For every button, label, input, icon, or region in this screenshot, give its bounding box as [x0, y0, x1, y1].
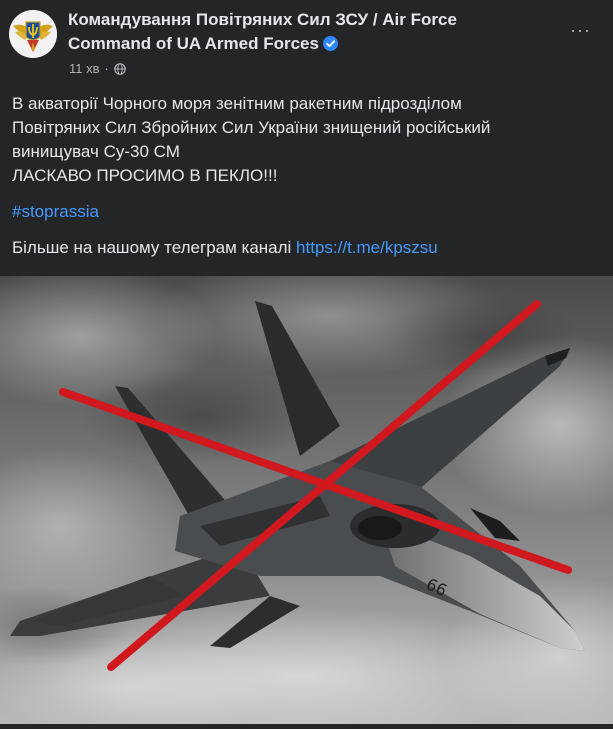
more-options-icon[interactable]: ··· [570, 20, 591, 41]
telegram-text: Більше на нашому телеграм каналі [12, 238, 297, 257]
air-force-emblem-icon [9, 10, 57, 58]
page-name-text[interactable]: Командування Повітряних Сил ЗСУ / Air Fo… [68, 10, 457, 53]
post-text-line: Повітряних Сил Збройних Сил України знищ… [12, 118, 491, 137]
globe-icon[interactable] [114, 62, 126, 75]
post-header: Командування Повітряних Сил ЗСУ / Air Fo… [0, 0, 613, 86]
post-text-line: В акваторії Чорного моря зенітним ракетн… [12, 94, 462, 113]
post-text: В акваторії Чорного моря зенітним ракетн… [12, 92, 602, 260]
verified-badge-icon [322, 36, 338, 51]
page-avatar[interactable] [9, 10, 57, 58]
post-timestamp[interactable]: 11 хв [69, 61, 100, 76]
crossed-out-jet-image: 66 [0, 256, 613, 729]
post-photo[interactable]: 66 [0, 256, 613, 729]
post-text-line: винищувач Су-30 СМ [12, 142, 180, 161]
meta-separator: · [104, 61, 109, 76]
page-name[interactable]: Командування Повітряних Сил ЗСУ / Air Fo… [68, 8, 538, 56]
telegram-link[interactable]: https://t.me/kpszsu [296, 238, 438, 257]
telegram-line: Більше на нашому телеграм каналі https:/… [12, 236, 602, 260]
hashtag-link[interactable]: #stoprassia [12, 200, 99, 224]
post-text-line: ЛАСКАВО ПРОСИМО В ПЕКЛО!!! [12, 166, 278, 185]
post-meta: 11 хв · [69, 61, 126, 76]
